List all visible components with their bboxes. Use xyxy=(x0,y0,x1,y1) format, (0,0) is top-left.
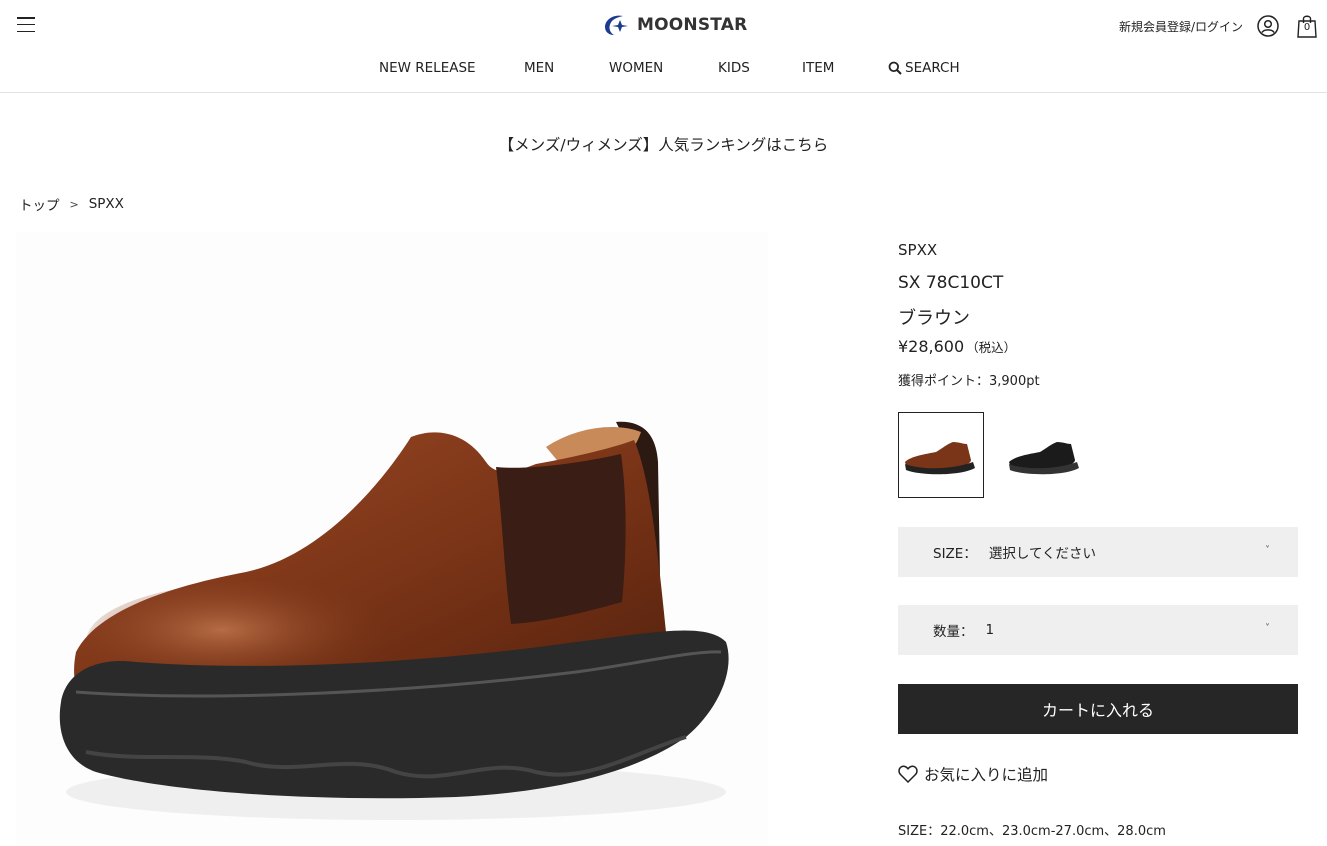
product-points: 獲得ポイント：3,900pt xyxy=(898,374,1040,389)
heart-icon xyxy=(898,765,918,783)
swatch-brown-image xyxy=(905,442,975,475)
product-price: ¥28,600 （税込） xyxy=(898,337,1298,356)
login-link[interactable]: 新規会員登録/ログイン xyxy=(1119,18,1243,35)
nav-search-label: SEARCH xyxy=(905,60,960,76)
size-select[interactable]: SIZE： 選択してください ˅ xyxy=(898,527,1298,577)
price-tax-note: （税込） xyxy=(966,340,1017,355)
size-select-label: SIZE： xyxy=(933,546,977,562)
ranking-banner-link[interactable]: 【メンズ/ウィメンズ】人気ランキングはこちら xyxy=(0,133,1327,155)
color-swatch-brown[interactable] xyxy=(898,412,984,498)
hamburger-menu-icon[interactable] xyxy=(17,17,35,33)
price-value: ¥28,600 xyxy=(898,337,965,356)
nav-search[interactable]: SEARCH xyxy=(888,60,960,76)
product-brand[interactable]: SPXX xyxy=(898,241,1298,259)
add-favorite-button[interactable]: お気に入りに追加 xyxy=(898,763,1048,785)
user-icon[interactable] xyxy=(1257,15,1279,37)
breadcrumb-separator: > xyxy=(69,197,79,211)
favorite-label: お気に入りに追加 xyxy=(924,766,1049,784)
moonstar-logo[interactable]: MOONSTAR xyxy=(603,14,747,36)
nav-kids[interactable]: KIDS xyxy=(718,60,750,76)
search-icon xyxy=(888,61,902,75)
nav-women[interactable]: WOMEN xyxy=(609,60,663,76)
header-divider xyxy=(0,92,1327,93)
nav-new-release[interactable]: NEW RELEASE xyxy=(379,60,476,76)
logo-text: MOONSTAR xyxy=(637,15,748,35)
cart-count: 0 xyxy=(1303,22,1311,33)
breadcrumb-top[interactable]: トップ xyxy=(19,194,60,214)
quantity-select[interactable]: 数量： 1 ˅ xyxy=(898,605,1298,655)
add-to-cart-button[interactable]: カートに入れる xyxy=(898,684,1298,734)
breadcrumb-current: SPXX xyxy=(88,196,124,212)
product-main-image[interactable] xyxy=(16,232,768,846)
nav-item[interactable]: ITEM xyxy=(802,60,834,76)
color-swatch-black[interactable] xyxy=(1002,412,1088,498)
product-color: ブラウン xyxy=(898,308,970,329)
chevron-down-icon: ˅ xyxy=(1265,623,1270,634)
main-nav: NEW RELEASE MEN WOMEN KIDS ITEM SEARCH xyxy=(0,60,1327,80)
size-select-value: 選択してください xyxy=(988,546,1097,562)
size-range-info: SIZE：22.0cm、23.0cm-27.0cm、28.0cm xyxy=(898,824,1166,839)
shoe-image xyxy=(59,421,729,820)
moonstar-logo-mark-icon xyxy=(605,15,628,35)
product-model: SX 78C10CT xyxy=(898,273,1004,293)
quantity-select-label: 数量： xyxy=(933,624,974,640)
chevron-down-icon: ˅ xyxy=(1265,545,1270,556)
nav-men[interactable]: MEN xyxy=(524,60,554,76)
quantity-select-value: 1 xyxy=(985,622,995,638)
breadcrumb: トップ > SPXX xyxy=(19,194,124,214)
swatch-black-image xyxy=(1009,442,1079,475)
